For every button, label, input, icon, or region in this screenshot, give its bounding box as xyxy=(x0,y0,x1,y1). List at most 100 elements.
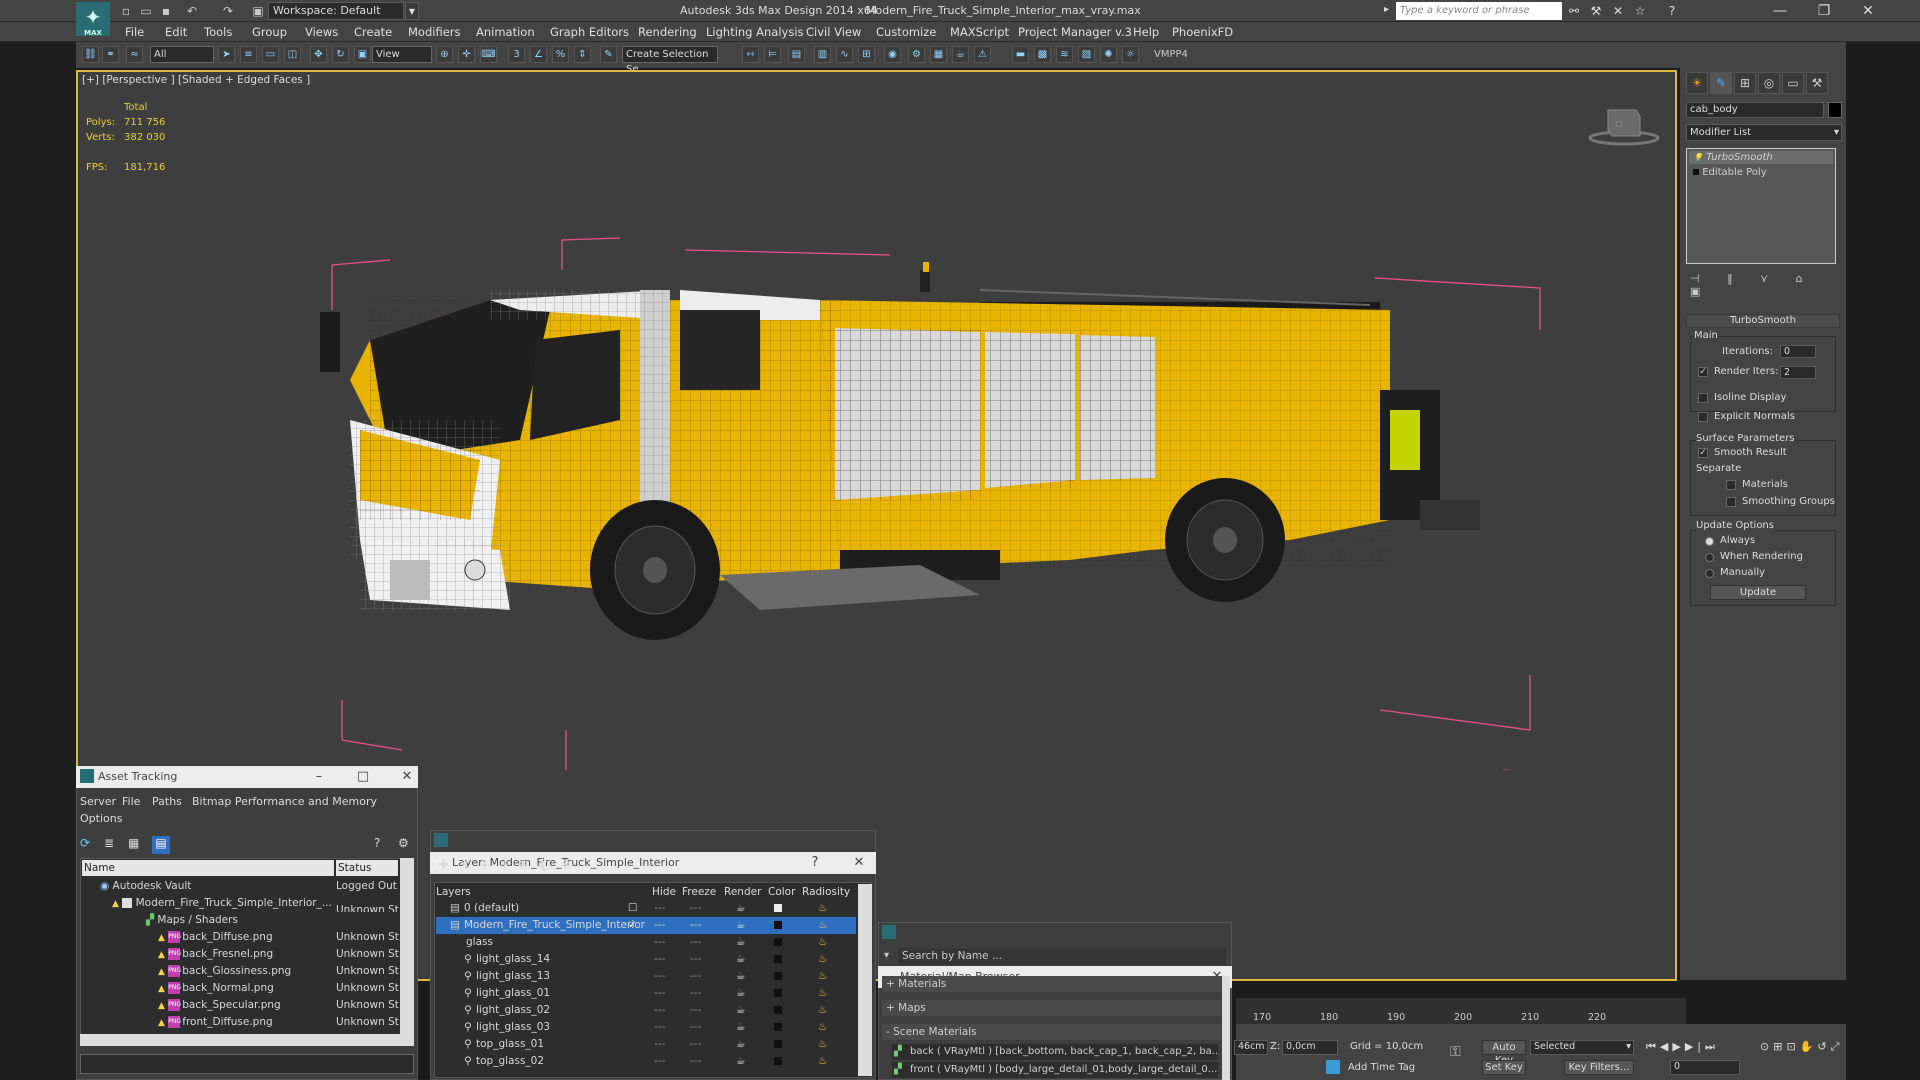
asset-row[interactable]: ▲ PNGback_Specular.png Unknown St xyxy=(80,997,400,1014)
render-iters-checkbox[interactable]: ✓ xyxy=(1698,367,1708,377)
key-selection-dropdown[interactable]: Selected ▾ xyxy=(1530,1040,1634,1055)
schematic-view-icon[interactable]: ⊞ xyxy=(858,46,875,63)
new-file-icon[interactable]: ▫ xyxy=(118,3,134,19)
always-radio[interactable] xyxy=(1705,537,1714,546)
material-editor-icon[interactable]: ◉ xyxy=(884,46,901,63)
orbit-icon[interactable]: ↺ xyxy=(1817,1040,1830,1053)
layer-color-swatch[interactable] xyxy=(774,989,782,997)
layer-color-swatch[interactable] xyxy=(774,1040,782,1048)
stack-item-turbosmooth[interactable]: 💡 TurboSmooth xyxy=(1689,151,1833,164)
list-view-icon[interactable]: ≣ xyxy=(104,836,120,852)
chevron-down-icon[interactable]: ▾ xyxy=(884,950,889,961)
hide-dash[interactable]: --- xyxy=(654,1002,665,1019)
asset-col-status[interactable]: Status xyxy=(336,860,398,876)
asset-row[interactable]: ◉ Autodesk Vault Logged Out xyxy=(80,878,400,895)
settings-icon[interactable]: ⚙ xyxy=(398,836,414,852)
iterations-spinner[interactable]: 0 xyxy=(1780,345,1816,358)
asset-row[interactable]: ▞ Maps / Shaders xyxy=(80,912,400,929)
layer-row[interactable]: ⚲ light_glass_13 --- --- ☕ ♨ xyxy=(436,968,856,985)
asset-list-scrollbar[interactable] xyxy=(400,858,414,1044)
layer-color-swatch[interactable] xyxy=(774,904,782,912)
asset-row[interactable]: ▲ PNGfront_Diffuse.png Unknown St xyxy=(80,1014,400,1031)
layer-row[interactable]: ⚲ light_glass_03 --- --- ☕ ♨ xyxy=(436,1019,856,1036)
menu-maxscript[interactable]: MAXScript xyxy=(950,25,1009,39)
y-coord-field[interactable]: 46cm xyxy=(1234,1040,1268,1055)
layer-row[interactable]: ⚲ top_glass_02 --- --- ☕ ♨ xyxy=(436,1053,856,1070)
asset-row[interactable]: ▲ PNGback_Glossiness.png Unknown St xyxy=(80,963,400,980)
layer-row[interactable]: ▤ 0 (default) ☐ --- --- ☕ ♨ xyxy=(436,900,856,917)
radiosity-icon[interactable]: ♨ xyxy=(818,1036,827,1053)
menu-create[interactable]: Create xyxy=(354,25,392,39)
layer-toolbar[interactable]: ✚✕+⌖⊕◐❄ xyxy=(438,858,581,873)
menu-lighting-analysis[interactable]: Lighting Analysis xyxy=(706,25,804,39)
add-time-tag[interactable]: Add Time Tag xyxy=(1348,1062,1415,1073)
manually-radio[interactable] xyxy=(1705,569,1714,578)
object-color-swatch[interactable] xyxy=(1828,102,1842,118)
select-rotate-icon[interactable]: ↻ xyxy=(332,46,349,63)
teapot-icon[interactable]: ☕ xyxy=(736,985,745,1002)
motion-tab-icon[interactable]: ◎ xyxy=(1758,72,1780,94)
select-by-name-icon[interactable]: ≡ xyxy=(240,46,257,63)
layer-row[interactable]: glass --- --- ☕ ♨ xyxy=(436,934,856,951)
maximize-icon[interactable]: □ xyxy=(352,766,374,788)
material-search-input[interactable]: Search by Name ... xyxy=(898,948,1226,965)
menu-file[interactable]: File xyxy=(125,25,144,39)
current-frame-field[interactable]: 0 xyxy=(1670,1060,1740,1075)
when-rendering-radio[interactable] xyxy=(1705,553,1714,562)
freeze-dash[interactable]: --- xyxy=(690,968,701,985)
layer-color-swatch[interactable] xyxy=(774,921,782,929)
menu-graph-editors[interactable]: Graph Editors xyxy=(550,25,629,39)
navigation-controls[interactable]: ⊙⊞⊡✋↺⤢ xyxy=(1760,1040,1843,1054)
layer-row[interactable]: ⚲ light_glass_02 --- --- ☕ ♨ xyxy=(436,1002,856,1019)
key-icon[interactable]: ⚿ xyxy=(1450,1044,1461,1060)
materials-checkbox[interactable] xyxy=(1726,480,1736,490)
layer-col-layers[interactable]: Layers xyxy=(436,884,626,900)
hide-dash[interactable]: --- xyxy=(654,985,665,1002)
modifier-list-dropdown[interactable]: Modifier List ▾ xyxy=(1686,124,1842,141)
communication-icon[interactable]: ✕ xyxy=(1610,3,1626,19)
active-layer-box[interactable]: ☐ xyxy=(628,900,637,917)
hide-dash[interactable]: --- xyxy=(654,951,665,968)
menu-help[interactable]: Help xyxy=(1133,25,1159,39)
percent-snap-icon[interactable]: % xyxy=(552,46,569,63)
light-bulb-icon[interactable]: ✺ xyxy=(1100,46,1117,63)
teapot-icon[interactable]: ☕ xyxy=(736,917,745,934)
link-icon[interactable]: ⛓ xyxy=(82,46,99,63)
zoom-extents-icon[interactable]: ⊡ xyxy=(1786,1040,1799,1053)
angle-snap-icon[interactable]: ∠ xyxy=(530,46,547,63)
teapot-icon[interactable]: ☕ xyxy=(736,934,745,951)
close-icon[interactable]: ✕ xyxy=(396,766,418,788)
utilities-tab-icon[interactable]: ⚒ xyxy=(1806,72,1828,94)
viewport-label[interactable]: [+] [Perspective ] [Shaded + Edged Faces… xyxy=(82,74,310,86)
asset-row[interactable]: ▲ PNGback_Diffuse.png Unknown St xyxy=(80,929,400,946)
spinner-snap-icon[interactable]: ⇕ xyxy=(574,46,591,63)
menu-modifiers[interactable]: Modifiers xyxy=(408,25,461,39)
asset-col-name[interactable]: Name xyxy=(82,860,334,876)
hide-dash[interactable]: --- xyxy=(654,1036,665,1053)
layer-row-selected[interactable]: ▤ Modern_Fire_Truck_Simple_Interior ✓ --- --… xyxy=(436,917,856,934)
layer-manager-icon[interactable]: ▤ xyxy=(788,46,805,63)
help-icon[interactable]: ? xyxy=(1664,3,1680,19)
radiosity-icon[interactable]: ♨ xyxy=(818,968,827,985)
asset-menu-paths[interactable]: Paths xyxy=(152,795,182,808)
select-object-icon[interactable]: ➤ xyxy=(218,46,235,63)
chevron-right-icon[interactable]: ▸ xyxy=(1384,4,1394,18)
object-name-field[interactable]: cab_body xyxy=(1686,102,1824,118)
material-browser-scrollbar[interactable] xyxy=(1222,976,1230,1080)
freeze-all-icon[interactable]: ❄ xyxy=(560,858,581,873)
radiosity-icon[interactable]: ♨ xyxy=(818,1002,827,1019)
asset-row[interactable]: ▲ PNGback_Normal.png Unknown St xyxy=(80,980,400,997)
render-iters-spinner[interactable]: 2 xyxy=(1780,366,1816,379)
teapot-icon[interactable]: ☕ xyxy=(736,1002,745,1019)
smoothing-groups-checkbox[interactable] xyxy=(1726,497,1736,507)
fire-truck-model[interactable] xyxy=(320,230,1560,770)
asset-row[interactable]: ▲ Modern_Fire_Truck_Simple_Interior_... U… xyxy=(80,895,400,912)
pan-icon[interactable]: ✋ xyxy=(1800,1040,1818,1053)
teapot-icon[interactable]: ☕ xyxy=(736,1036,745,1053)
create-tab-icon[interactable]: ☀ xyxy=(1686,72,1708,94)
smooth-result-checkbox[interactable]: ✓ xyxy=(1698,448,1708,458)
freeze-dash[interactable]: --- xyxy=(690,1053,701,1070)
edit-named-selection-icon[interactable]: ✎ xyxy=(600,46,617,63)
materials-section[interactable]: + Materials xyxy=(882,976,1222,992)
menu-phoenixfd[interactable]: PhoenixFD xyxy=(1172,25,1233,39)
